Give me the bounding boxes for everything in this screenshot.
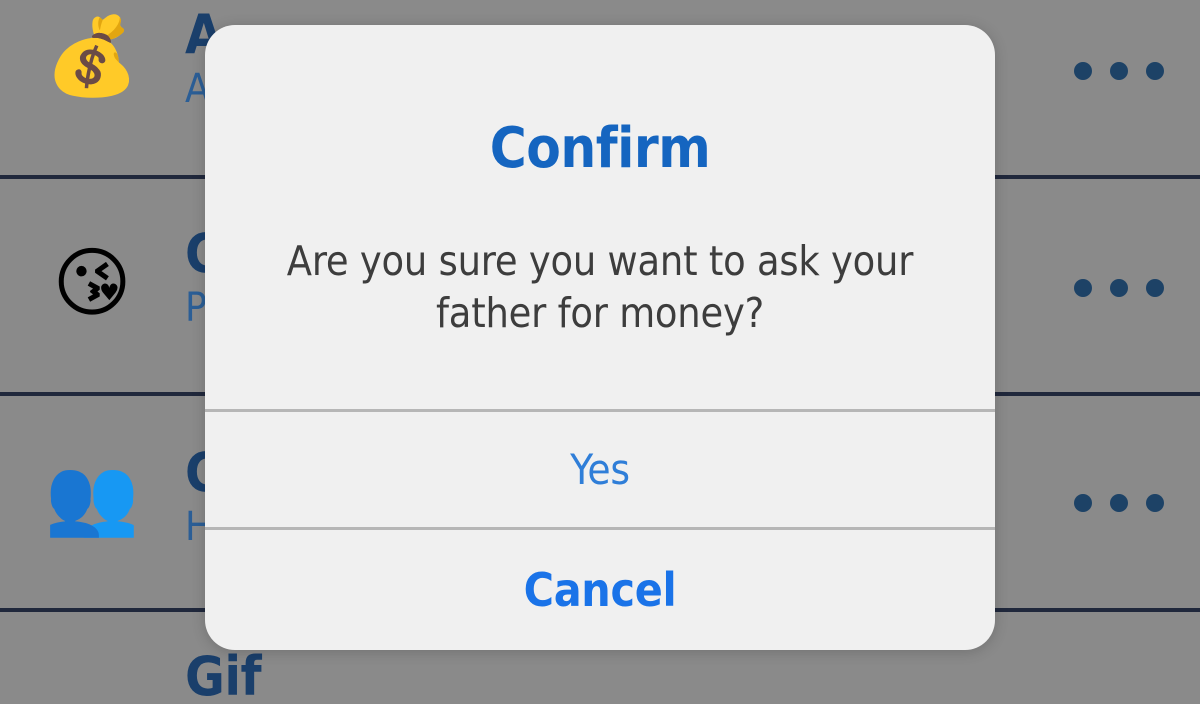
dialog-body: Confirm Are you sure you want to ask you…: [205, 25, 995, 409]
menu-dot: [1074, 279, 1092, 297]
cancel-button[interactable]: Cancel: [205, 530, 995, 650]
menu-dot: [1074, 494, 1092, 512]
menu-dot: [1146, 62, 1164, 80]
face-blowing-a-kiss-emoji: 😘: [52, 238, 132, 327]
more-options-icon[interactable]: [1074, 494, 1164, 512]
more-options-icon[interactable]: [1074, 62, 1164, 80]
dialog-message: Are you sure you want to ask your father…: [286, 237, 914, 338]
more-options-icon[interactable]: [1074, 279, 1164, 297]
busts-in-silhouette-emoji: 👥: [44, 451, 140, 540]
dialog-title: Confirm: [489, 116, 711, 181]
list-item-title: Gif: [185, 650, 262, 704]
confirm-dialog: Confirm Are you sure you want to ask you…: [205, 25, 995, 650]
list-item-text: Gif: [185, 650, 1080, 704]
menu-dot: [1146, 494, 1164, 512]
money-bag-emoji: 💰: [44, 11, 140, 100]
confirm-yes-button[interactable]: Yes: [205, 412, 995, 527]
menu-dot: [1110, 279, 1128, 297]
menu-dot: [1110, 494, 1128, 512]
menu-dot: [1110, 62, 1128, 80]
menu-dot: [1074, 62, 1092, 80]
menu-dot: [1146, 279, 1164, 297]
